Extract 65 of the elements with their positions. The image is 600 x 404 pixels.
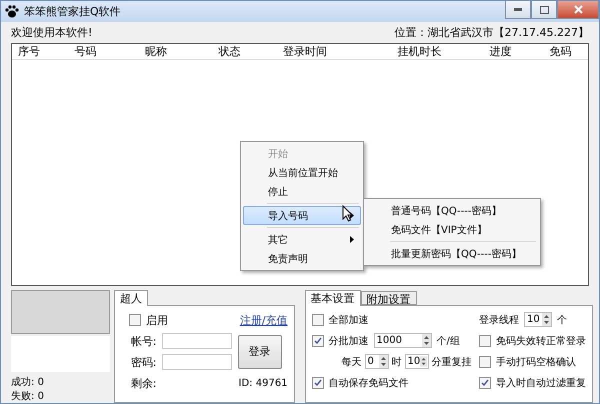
close-icon xyxy=(574,5,582,14)
menu-item[interactable]: 停止 xyxy=(243,182,361,201)
checkbox[interactable] xyxy=(312,334,324,347)
account-field[interactable] xyxy=(162,333,232,350)
column-header[interactable]: 状态 xyxy=(212,44,278,60)
tab[interactable]: 基本设置 xyxy=(304,290,361,306)
minimize-button[interactable] xyxy=(505,1,531,19)
checkbox[interactable] xyxy=(128,314,141,326)
daily-label: 每天 xyxy=(342,356,362,369)
maximize-button[interactable] xyxy=(531,1,557,19)
window-title: 笨笨熊管家挂Q软件 xyxy=(24,4,122,19)
column-header[interactable]: 号码 xyxy=(68,44,140,60)
checkbox[interactable] xyxy=(478,334,491,347)
checkbox[interactable] xyxy=(312,376,324,389)
tab[interactable]: 附加设置 xyxy=(360,290,417,305)
number-spinner[interactable]: 0 xyxy=(364,354,389,370)
menu-item[interactable]: 免码文件【VIP文件】 xyxy=(366,220,538,239)
number-spinner[interactable]: 10 xyxy=(404,354,429,370)
password-field[interactable] xyxy=(162,354,232,370)
column-header[interactable]: 序号 xyxy=(12,44,69,60)
number-spinner[interactable]: 1000 xyxy=(374,333,432,348)
column-header[interactable]: 昵称 xyxy=(139,44,213,60)
account-label: 帐号: xyxy=(130,334,156,349)
column-header[interactable]: 免码 xyxy=(543,44,588,60)
paw-icon xyxy=(5,4,19,18)
checkbox[interactable] xyxy=(312,314,324,326)
checkbox-label: 自动保存免码文件 xyxy=(328,376,409,390)
checkbox-label: 免码失效转正常登录 xyxy=(496,334,586,348)
unit-label: 个/组 xyxy=(436,334,460,348)
column-header[interactable]: 登录时间 xyxy=(277,44,392,60)
location-text: 位置：湖北省武汉市【27.17.45.227】 xyxy=(394,25,589,40)
cursor-icon xyxy=(342,205,353,222)
menu-item[interactable]: 导入号码 xyxy=(243,206,361,225)
menu-item[interactable]: 批量更新密码【QQ----密码】 xyxy=(366,244,538,263)
column-header[interactable]: 挂机时长 xyxy=(391,44,484,60)
unit-label: 分重复挂 xyxy=(432,356,472,369)
number-spinner[interactable]: 10 xyxy=(524,312,552,328)
remaining-label: 剩余: xyxy=(130,376,156,391)
checkbox[interactable] xyxy=(478,356,491,368)
unit-label: 个 xyxy=(556,314,567,327)
submenu-arrow-icon xyxy=(350,236,354,243)
unit-label: 时 xyxy=(392,356,402,369)
minimize-icon xyxy=(514,8,522,11)
checkbox-label: 手动打码空格确认 xyxy=(496,356,576,369)
register-link[interactable]: 注册/充值 xyxy=(240,312,288,328)
column-header[interactable]: 进度 xyxy=(484,44,544,60)
stat-text: 失败: 0 xyxy=(11,390,44,402)
checkbox-label: 分批加速 xyxy=(328,334,369,348)
id-text: ID: 49761 xyxy=(238,378,288,389)
maximize-icon xyxy=(540,6,548,14)
checkbox-label: 导入时自动过滤重复 xyxy=(496,376,586,390)
menu-item[interactable]: 普通号码【QQ----密码】 xyxy=(366,201,538,220)
threads-label: 登录线程 xyxy=(478,314,519,327)
password-label: 密码: xyxy=(130,354,156,370)
tab[interactable]: 超人 xyxy=(114,290,148,306)
menu-item[interactable]: 其它 xyxy=(243,230,361,249)
menu-item[interactable]: 从当前位置开始 xyxy=(243,163,361,182)
welcome-text: 欢迎使用本软件! xyxy=(11,25,92,40)
stat-text: 成功: 0 xyxy=(11,376,44,388)
close-button[interactable] xyxy=(557,1,599,19)
checkbox-label: 全部加速 xyxy=(328,314,369,327)
menu-item[interactable]: 免责声明 xyxy=(243,249,361,268)
enable-label: 启用 xyxy=(146,312,168,328)
login-button[interactable]: 登录 xyxy=(238,334,282,369)
checkbox[interactable] xyxy=(478,376,491,389)
